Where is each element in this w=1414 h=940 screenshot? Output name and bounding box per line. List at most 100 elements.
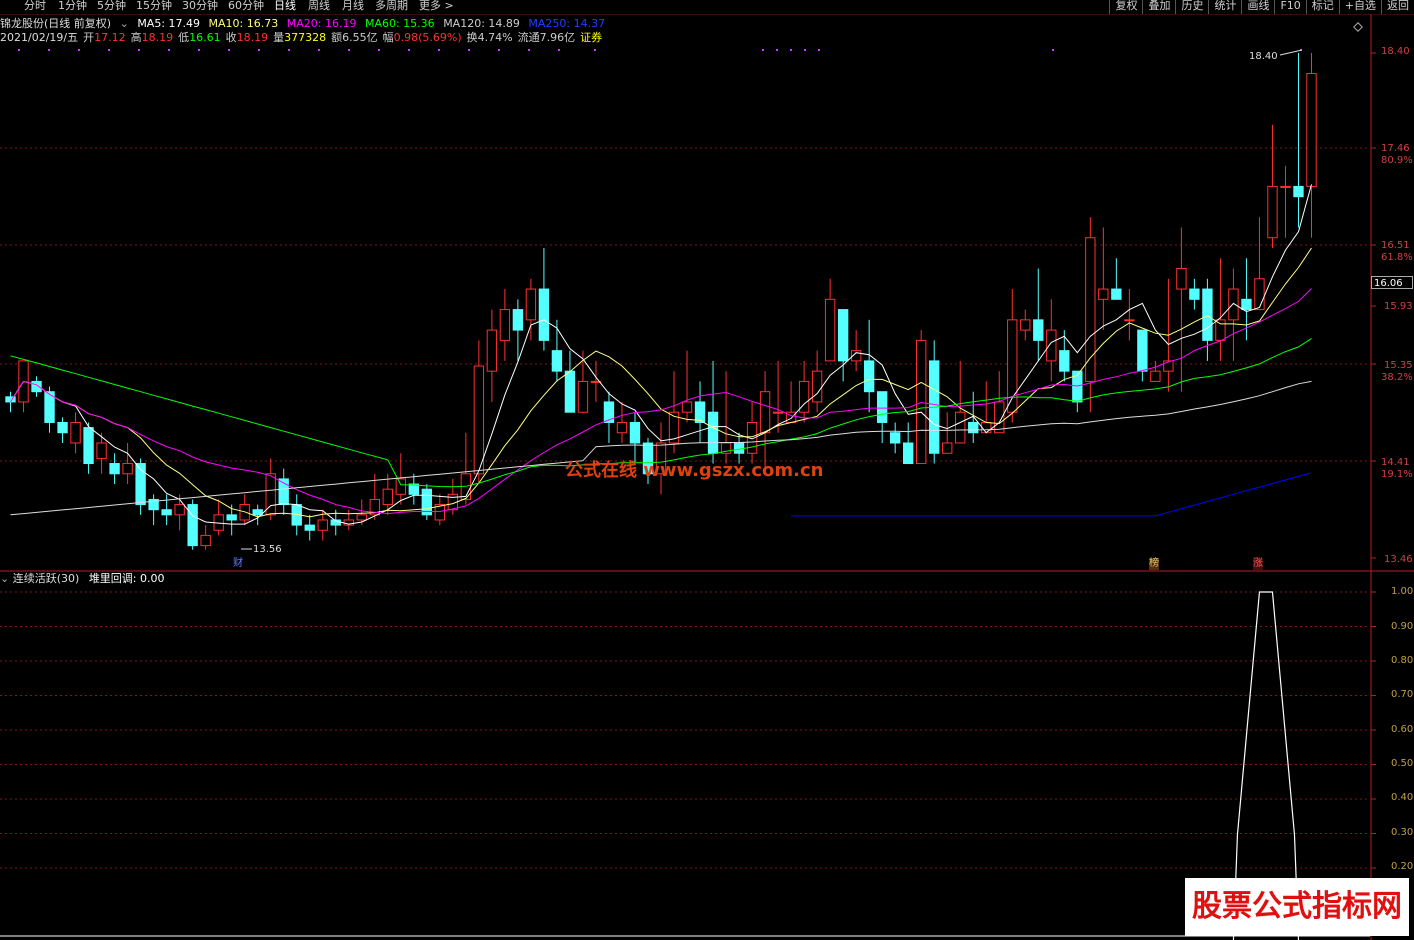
candle-body bbox=[1189, 288, 1200, 300]
candle-body bbox=[252, 509, 263, 516]
candle-body bbox=[109, 463, 120, 475]
quote-info-line: 2021/02/19/五 开17.12 高18.19 低16.61 收18.19 量377… bbox=[0, 31, 602, 44]
high-value: 18.19 bbox=[141, 31, 174, 44]
candle-body bbox=[187, 504, 198, 547]
candle-body bbox=[512, 309, 524, 331]
ma60-value: MA60: 15.36 bbox=[364, 17, 435, 30]
tab-weekly[interactable]: 周线 bbox=[308, 0, 330, 12]
sub-y-label: 0.20 bbox=[1391, 861, 1414, 872]
stats-button[interactable]: 统计 bbox=[1208, 0, 1241, 14]
candle-body bbox=[1176, 268, 1187, 290]
tab-30min[interactable]: 30分钟 bbox=[182, 0, 218, 12]
candle-body bbox=[1085, 237, 1096, 382]
candle-body bbox=[304, 524, 315, 531]
candle-body bbox=[759, 391, 771, 434]
watermark: 公式在线 www.gszx.com.cn bbox=[565, 460, 824, 481]
event-dot bbox=[258, 49, 260, 51]
ma20-value: MA20: 16.19 bbox=[286, 17, 357, 30]
event-dot bbox=[408, 49, 410, 51]
float-label: 流通 bbox=[517, 31, 540, 44]
event-dot bbox=[438, 49, 440, 51]
tab-daily[interactable]: 日线 bbox=[274, 0, 296, 12]
list-marker[interactable]: 榜 bbox=[1149, 558, 1159, 570]
candle-body bbox=[1098, 288, 1109, 300]
candle-body bbox=[421, 488, 433, 516]
y-axis-label: 17.46 bbox=[1381, 143, 1410, 154]
indicator-menu-icon[interactable]: ⌄ bbox=[0, 572, 13, 585]
close-label: 收 bbox=[225, 31, 237, 44]
history-button[interactable]: 历史 bbox=[1175, 0, 1208, 14]
candle-body bbox=[356, 514, 367, 521]
candle-body bbox=[382, 488, 393, 506]
candle-body bbox=[564, 370, 576, 413]
candle-body bbox=[824, 298, 836, 362]
candle-body bbox=[538, 288, 550, 341]
low-value: 16.61 bbox=[189, 31, 221, 44]
stock-title[interactable]: 锦龙股份(日线 前复权) bbox=[0, 17, 111, 30]
back-button[interactable]: 返回 bbox=[1381, 0, 1414, 14]
draw-button[interactable]: 画线 bbox=[1241, 0, 1274, 14]
candle-body bbox=[1137, 329, 1148, 372]
candle-body bbox=[31, 380, 42, 393]
sub-y-label: 0.30 bbox=[1391, 827, 1414, 838]
candle-body bbox=[1124, 319, 1135, 322]
right-toolbar: 复权 叠加 历史 统计 画线 F10 标记 +自选 返回 bbox=[1109, 0, 1414, 14]
candle-body bbox=[1033, 319, 1044, 341]
finance-marker[interactable]: 财 bbox=[233, 558, 243, 570]
event-dot bbox=[498, 49, 500, 51]
tab-1min[interactable]: 1分钟 bbox=[58, 0, 87, 12]
candle-body bbox=[1150, 370, 1161, 382]
tab-5min[interactable]: 5分钟 bbox=[97, 0, 126, 12]
candle-body bbox=[1059, 350, 1070, 372]
sub-y-label: 0.60 bbox=[1391, 724, 1414, 735]
event-dot bbox=[594, 49, 596, 51]
limit-up-marker[interactable]: 涨 bbox=[1253, 558, 1263, 570]
event-dot bbox=[48, 49, 50, 51]
tab-more[interactable]: 更多 > bbox=[419, 0, 454, 12]
event-dot bbox=[78, 49, 80, 51]
open-label: 开 bbox=[83, 31, 95, 44]
fuquan-button[interactable]: 复权 bbox=[1109, 0, 1142, 14]
candle-body bbox=[1111, 288, 1122, 300]
event-dot bbox=[108, 49, 110, 51]
candle-body bbox=[694, 401, 706, 423]
candle-body bbox=[486, 329, 498, 372]
tab-15min[interactable]: 15分钟 bbox=[136, 0, 172, 12]
candle-body bbox=[707, 411, 719, 454]
current-price-box: 16.06 bbox=[1371, 276, 1413, 289]
candle-body bbox=[525, 288, 537, 321]
candle-body bbox=[811, 370, 823, 403]
low-price-annotation: 13.56 bbox=[253, 544, 282, 555]
ma120-value: MA120: 14.89 bbox=[443, 17, 520, 30]
indicator-name[interactable]: 连续活跃(30) bbox=[13, 572, 80, 585]
candle-body bbox=[1215, 319, 1226, 341]
candle-body bbox=[876, 391, 888, 423]
candle-body bbox=[395, 478, 406, 495]
tab-multi-period[interactable]: 多周期 bbox=[375, 0, 408, 12]
ma5-value: MA5: 17.49 bbox=[137, 17, 201, 30]
open-value: 17.12 bbox=[94, 31, 126, 44]
y-axis-label: 16.51 bbox=[1381, 240, 1410, 251]
candle-body bbox=[981, 421, 992, 434]
candle-body bbox=[1293, 185, 1304, 198]
ma-menu-icon[interactable]: ⌄ bbox=[120, 17, 129, 30]
candle-body bbox=[122, 463, 133, 475]
sub-y-label: 0.90 bbox=[1391, 621, 1414, 632]
tab-monthly[interactable]: 月线 bbox=[342, 0, 364, 12]
candle-body bbox=[1020, 319, 1031, 331]
sub-y-label: 0.50 bbox=[1391, 758, 1414, 769]
sub-indicator-header: ⌄ 连续活跃(30) 堆里回调: 0.00 bbox=[0, 572, 165, 585]
f10-button[interactable]: F10 bbox=[1274, 0, 1305, 14]
overlay-button[interactable]: 叠加 bbox=[1142, 0, 1175, 14]
add-favorite-button[interactable]: +自选 bbox=[1338, 0, 1381, 14]
event-dot bbox=[804, 49, 806, 51]
indicator-value: 堆里回调: 0.00 bbox=[88, 572, 165, 585]
candle-body bbox=[226, 514, 237, 521]
mark-button[interactable]: 标记 bbox=[1305, 0, 1339, 14]
event-dot bbox=[558, 49, 560, 51]
sub-y-label: 0.70 bbox=[1391, 689, 1414, 700]
candle-body bbox=[955, 411, 966, 444]
tab-60min[interactable]: 60分钟 bbox=[228, 0, 264, 12]
sub-y-label: 0.40 bbox=[1391, 792, 1414, 803]
tab-fenshi[interactable]: 分时 bbox=[24, 0, 46, 12]
